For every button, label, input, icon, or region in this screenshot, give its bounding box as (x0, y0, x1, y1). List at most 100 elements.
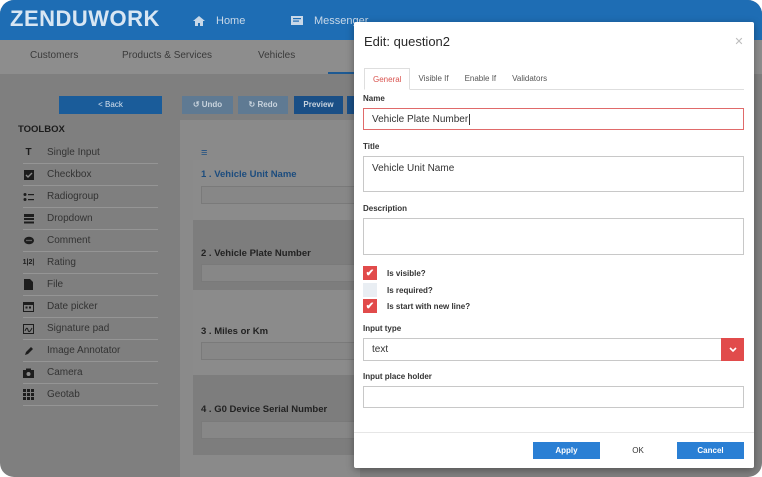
toolbox-item-radiogroup[interactable]: Radiogroup (23, 186, 158, 208)
radiogroup-icon (23, 191, 34, 202)
app-window: ZENDUWORK Home Messenger Customers Produ… (0, 0, 762, 477)
app-logo: ZENDUWORK (10, 6, 160, 31)
toolbox-item-label: Signature pad (47, 323, 110, 334)
question-input-4 (201, 421, 361, 439)
question-title-2: 2 . Vehicle Plate Number (201, 248, 311, 259)
toolbox-item-camera[interactable]: Camera (23, 362, 158, 384)
checkmark-icon: ✔ (363, 266, 377, 280)
name-input-value: Vehicle Plate Number (372, 113, 469, 125)
toolbox-item-label: File (47, 279, 64, 290)
signature-icon (23, 323, 34, 334)
start-new-line-checkbox[interactable]: ✔ Is start with new line? (363, 299, 470, 313)
toolbox-item-geotab[interactable]: Geotab (23, 384, 158, 406)
calendar-icon (23, 301, 34, 312)
toolbox-item-single-input[interactable]: T Single Input (23, 142, 158, 164)
preview-button[interactable]: Preview (294, 96, 343, 114)
dialog-title: Edit: question2 (364, 34, 451, 49)
question-card-4[interactable] (193, 375, 363, 455)
toolbox-item-comment[interactable]: Comment (23, 230, 158, 252)
nav-home-label: Home (216, 15, 246, 27)
tab-validators[interactable]: Validators (504, 68, 555, 90)
toolbox-item-label: Date picker (47, 301, 98, 312)
text-icon: T (25, 147, 32, 158)
dialog-footer-divider (354, 432, 754, 433)
message-icon (291, 16, 303, 25)
dialog-tabs: General Visible If Enable If Validators (364, 68, 744, 90)
name-label: Name (363, 94, 385, 103)
placeholder-input[interactable] (363, 386, 744, 408)
input-type-select[interactable]: text (363, 338, 744, 361)
tab-products-services[interactable]: Products & Services (122, 50, 212, 61)
edit-question-dialog: Edit: question2 ✕ General Visible If Ena… (354, 22, 754, 468)
tab-general[interactable]: General (364, 68, 411, 90)
toolbox-item-rating[interactable]: 1|2| Rating (23, 252, 158, 274)
checkmark-icon: ✔ (363, 299, 377, 313)
tab-visible-if[interactable]: Visible If (410, 68, 456, 90)
close-icon[interactable]: ✕ (734, 35, 744, 49)
is-required-checkbox[interactable]: Is required? (363, 283, 433, 297)
toolbox-item-image-annotator[interactable]: Image Annotator (23, 340, 158, 362)
chevron-down-icon[interactable] (721, 338, 744, 361)
toolbox-item-label: Comment (47, 235, 91, 246)
question-title-4: 4 . G0 Device Serial Number (201, 404, 328, 415)
grid-icon (23, 389, 34, 400)
toolbox-item-label: Checkbox (47, 169, 92, 180)
description-label: Description (363, 204, 408, 213)
tab-customers[interactable]: Customers (30, 50, 78, 61)
checkbox-icon (23, 169, 34, 180)
toolbox-item-dropdown[interactable]: Dropdown (23, 208, 158, 230)
tab-vehicles[interactable]: Vehicles (258, 50, 295, 61)
input-type-value: text (372, 344, 389, 355)
question-title-3: 3 . Miles or Km (201, 326, 269, 337)
start-new-line-label: Is start with new line? (387, 301, 471, 311)
description-textarea[interactable] (363, 218, 744, 255)
toolbox-item-label: Radiogroup (47, 191, 99, 202)
title-textarea[interactable]: Vehicle Unit Name (363, 156, 744, 192)
file-icon (23, 279, 34, 290)
comment-icon (23, 235, 34, 246)
is-visible-label: Is visible? (387, 268, 426, 278)
title-label: Title (363, 142, 380, 151)
redo-label: Redo (257, 100, 278, 109)
undo-icon: ↺ (192, 100, 200, 109)
toolbox-item-date-picker[interactable]: Date picker (23, 296, 158, 318)
is-visible-checkbox[interactable]: ✔ Is visible? (363, 266, 426, 280)
nav-home[interactable]: Home (192, 12, 245, 30)
ok-button[interactable]: OK (618, 442, 658, 459)
toolbox-title: TOOLBOX (18, 124, 65, 135)
rating-icon: 1|2| (22, 259, 35, 266)
title-textarea-value: Vehicle Unit Name (372, 163, 455, 174)
placeholder-label: Input place holder (363, 372, 432, 381)
tab-enable-if[interactable]: Enable If (457, 68, 505, 90)
question-input-3 (201, 342, 361, 360)
camera-icon (23, 367, 34, 378)
toolbox-item-label: Rating (47, 257, 76, 268)
question-input-2 (201, 264, 361, 282)
question-input-1 (201, 186, 361, 204)
toolbox-item-label: Single Input (47, 147, 100, 158)
toolbox-item-label: Geotab (47, 389, 80, 400)
toolbox-item-file[interactable]: File (23, 274, 158, 296)
cancel-button[interactable]: Cancel (677, 442, 744, 459)
pen-icon (23, 345, 34, 356)
question-title-1: 1 . Vehicle Unit Name (201, 169, 297, 180)
is-required-label: Is required? (387, 285, 433, 295)
toolbox-item-label: Image Annotator (47, 345, 121, 356)
back-button[interactable]: < Back (59, 96, 162, 114)
input-type-label: Input type (363, 324, 402, 333)
undo-label: Undo (201, 100, 223, 109)
name-input[interactable]: Vehicle Plate Number (363, 108, 744, 130)
menu-icon[interactable]: ≡ (201, 147, 207, 159)
redo-icon: ↻ (248, 100, 256, 109)
home-icon (193, 16, 205, 26)
toolbox-item-checkbox[interactable]: Checkbox (23, 164, 158, 186)
toolbox-item-label: Dropdown (47, 213, 93, 224)
undo-button[interactable]: ↺ Undo (182, 96, 233, 114)
dropdown-icon (23, 213, 34, 224)
redo-button[interactable]: ↻ Redo (238, 96, 288, 114)
unchecked-box-icon (363, 283, 377, 297)
apply-button[interactable]: Apply (533, 442, 600, 459)
toolbox-item-signature-pad[interactable]: Signature pad (23, 318, 158, 340)
toolbox-item-label: Camera (47, 367, 83, 378)
text-caret (469, 113, 471, 125)
